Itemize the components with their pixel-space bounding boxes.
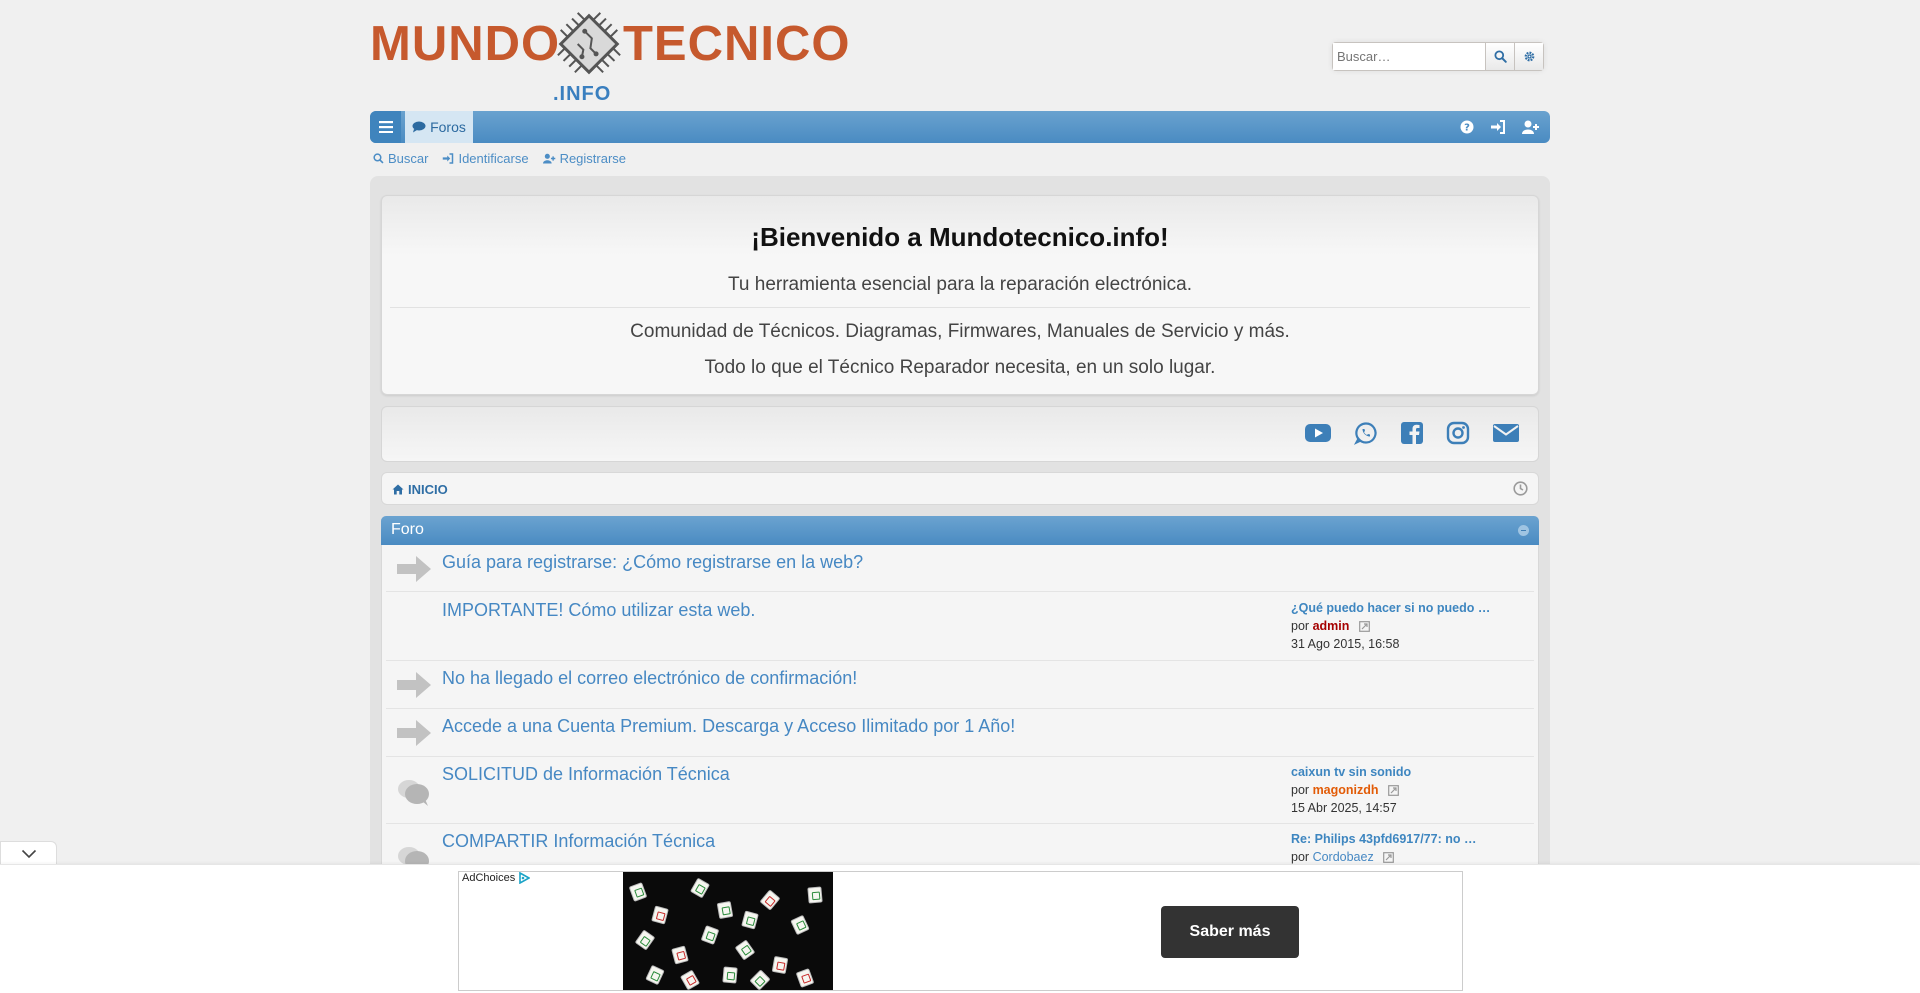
view-latest-post-icon[interactable] <box>1383 852 1395 864</box>
svg-text:?: ? <box>1464 123 1470 134</box>
quick-link-register-label: Registrarse <box>559 151 627 166</box>
youtube-icon[interactable] <box>1304 422 1332 444</box>
tab-foros-label: Foros <box>430 119 466 135</box>
breadcrumb-bar: INICIO <box>381 472 1539 505</box>
adchoices-icon <box>519 872 531 884</box>
forum-row-title[interactable]: SOLICITUD de Información Técnica <box>442 764 730 785</box>
forum-row: Accede a una Cuenta Premium. Descarga y … <box>386 709 1534 757</box>
arrow-icon <box>397 720 431 746</box>
search-button[interactable] <box>1485 43 1514 70</box>
last-post-info: Re: Philips 43pfd6917/77: no … por Cordo… <box>1291 830 1501 864</box>
forum-category-title: Foro <box>391 521 424 538</box>
welcome-banner: ¡Bienvenido a Mundotecnico.info! Tu herr… <box>381 195 1539 395</box>
navbar-right: ? <box>1460 111 1546 143</box>
help-icon[interactable]: ? <box>1460 120 1474 134</box>
quick-links-bar: Buscar Identificarse Registrarse <box>373 151 626 166</box>
forum-row-title[interactable]: IMPORTANTE! Cómo utilizar esta web. <box>442 600 755 621</box>
forum-row: COMPARTIR Información Técnica Re: Philip… <box>386 824 1534 864</box>
comment-icon <box>412 121 426 133</box>
facebook-icon[interactable] <box>1400 421 1424 445</box>
quick-link-login-label: Identificarse <box>458 151 529 166</box>
welcome-line-1: Comunidad de Técnicos. Diagramas, Firmwa… <box>630 321 1290 342</box>
logo-suffix: .INFO <box>553 83 612 105</box>
social-bar <box>381 406 1539 462</box>
chevron-down-icon <box>21 849 36 858</box>
ad-banner-bar: AdChoices Saber más <box>0 864 1920 993</box>
arrow-icon <box>397 672 431 698</box>
envelope-icon[interactable] <box>1492 422 1520 444</box>
forum-row: SOLICITUD de Información Técnica caixun … <box>386 757 1534 824</box>
breadcrumb-home-label: INICIO <box>408 482 448 497</box>
welcome-line-2: Todo lo que el Técnico Reparador necesit… <box>704 357 1216 378</box>
forum-row-title[interactable]: No ha llegado el correo electrónico de c… <box>442 668 857 689</box>
ad-image[interactable] <box>623 872 833 990</box>
bubbles-icon <box>398 780 429 806</box>
search-icon <box>1493 50 1507 63</box>
gear-icon <box>1524 51 1534 62</box>
home-icon <box>392 484 404 495</box>
forum-category-header[interactable]: Foro <box>381 516 1539 545</box>
site-header: MUNDO TECNICO .INFO <box>370 0 1550 110</box>
social-icons <box>1304 421 1520 445</box>
chip-logo-icon <box>557 12 621 75</box>
register-icon <box>542 153 555 164</box>
forum-row: Guía para registrarse: ¿Cómo registrarse… <box>386 545 1534 592</box>
forum-row: No ha llegado el correo electrónico de c… <box>386 661 1534 709</box>
logo-word-right: TECNICO <box>623 17 851 71</box>
last-post-by: por <box>1291 850 1310 864</box>
login-icon[interactable] <box>1490 120 1506 134</box>
search-input[interactable] <box>1333 43 1485 70</box>
bubbles-icon <box>398 847 429 864</box>
login-icon <box>443 153 454 164</box>
last-post-date: 15 Abr 2025, 14:57 <box>1291 801 1397 815</box>
tab-foros[interactable]: Foros <box>405 111 473 143</box>
forum-row: IMPORTANTE! Cómo utilizar esta web. ¿Qué… <box>386 592 1534 661</box>
logo-word-left: MUNDO <box>370 17 561 71</box>
ad-cta-button[interactable]: Saber más <box>1161 906 1299 958</box>
breadcrumb-home[interactable]: INICIO <box>392 482 448 497</box>
forum-list: Guía para registrarse: ¿Cómo registrarse… <box>381 545 1539 865</box>
hamburger-icon <box>378 121 393 133</box>
instagram-icon[interactable] <box>1446 421 1470 445</box>
adchoices-label: AdChoices <box>462 872 516 884</box>
clock-icon <box>1513 481 1528 496</box>
site-logo[interactable]: MUNDO TECNICO .INFO <box>370 6 850 106</box>
last-post-author[interactable]: magonizdh <box>1313 783 1379 797</box>
quick-link-search-label: Buscar <box>388 151 429 166</box>
quick-link-register[interactable]: Registrarse <box>542 151 627 166</box>
welcome-divider <box>390 307 1530 308</box>
adchoices-link[interactable]: AdChoices <box>462 872 531 884</box>
last-post-title[interactable]: Re: Philips 43pfd6917/77: no … <box>1291 830 1501 848</box>
last-post-by: por <box>1291 783 1310 797</box>
quick-links-menu-button[interactable] <box>370 111 401 143</box>
register-icon[interactable] <box>1522 120 1540 134</box>
last-post-date: 31 Ago 2015, 16:58 <box>1291 637 1400 651</box>
welcome-subtitle: Tu herramienta esencial para la reparaci… <box>728 274 1192 295</box>
last-post-by: por <box>1291 619 1310 633</box>
welcome-title: ¡Bienvenido a Mundotecnico.info! <box>751 222 1169 252</box>
last-post-author[interactable]: admin <box>1313 619 1350 633</box>
ad-collapse-button[interactable] <box>0 841 57 865</box>
quick-link-search[interactable]: Buscar <box>373 151 428 166</box>
search-icon <box>373 153 384 164</box>
forum-row-title[interactable]: Accede a una Cuenta Premium. Descarga y … <box>442 716 1015 737</box>
last-post-title[interactable]: caixun tv sin sonido <box>1291 763 1501 781</box>
collapse-icon[interactable] <box>1518 525 1529 536</box>
view-latest-post-icon[interactable] <box>1358 621 1370 633</box>
last-post-info: caixun tv sin sonido por magonizdh 15 Ab… <box>1291 763 1501 817</box>
last-post-title[interactable]: ¿Qué puedo hacer si no puedo … <box>1291 599 1501 617</box>
arrow-icon <box>397 556 431 582</box>
quick-link-login[interactable]: Identificarse <box>442 151 529 166</box>
forum-row-title[interactable]: Guía para registrarse: ¿Cómo registrarse… <box>442 552 863 573</box>
last-post-author[interactable]: Cordobaez <box>1313 850 1374 864</box>
header-search <box>1332 42 1544 71</box>
whatsapp-icon[interactable] <box>1354 421 1378 445</box>
view-latest-post-icon[interactable] <box>1388 785 1399 797</box>
ad-banner[interactable]: AdChoices Saber más <box>458 871 1463 991</box>
advanced-search-button[interactable] <box>1514 43 1543 70</box>
forum-row-title[interactable]: COMPARTIR Información Técnica <box>442 831 715 852</box>
main-navbar: Foros ? <box>370 111 1550 143</box>
last-post-info: ¿Qué puedo hacer si no puedo … por admin… <box>1291 599 1501 653</box>
